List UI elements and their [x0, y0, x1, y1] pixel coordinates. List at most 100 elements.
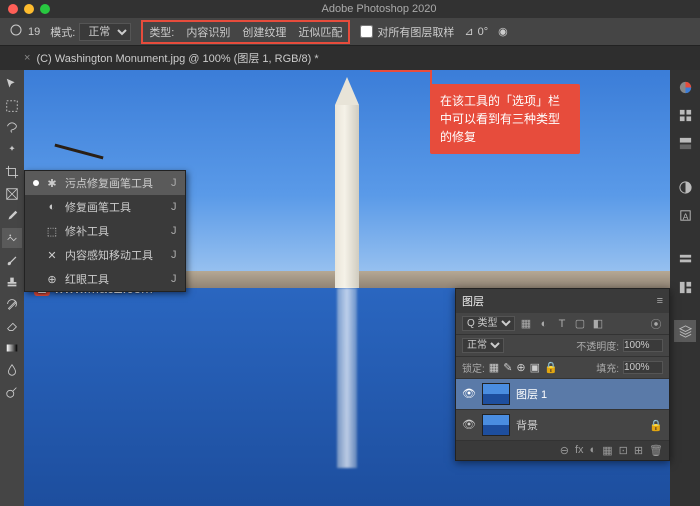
filter-smart-icon[interactable]: ◧ [591, 317, 605, 331]
fill-label: 填充: [596, 360, 619, 375]
fill-input[interactable] [623, 361, 663, 374]
tools-panel [0, 70, 24, 506]
layer-name[interactable]: 背景 [516, 417, 538, 433]
annotation-callout: 在该工具的「选项」栏中可以看到有三种类型的修复 [430, 84, 580, 154]
red-eye-tool-item[interactable]: ⊕ 红眼工具 J [25, 267, 185, 291]
lock-all-icon[interactable]: 🔒 [544, 361, 558, 374]
eraser-tool[interactable] [2, 316, 22, 336]
type-label: 类型: [149, 24, 174, 40]
panel-menu-icon[interactable]: ≡ [657, 295, 663, 307]
history-brush-tool[interactable] [2, 294, 22, 314]
maximize-window-button[interactable] [40, 4, 50, 14]
lock-transparency-icon[interactable]: ▦ [489, 361, 499, 374]
group-layers-icon[interactable]: ⊡ [619, 444, 628, 457]
layer-row[interactable]: 👁 图层 1 [456, 379, 669, 410]
sample-all-checkbox[interactable] [360, 25, 373, 38]
layers-icon[interactable] [674, 320, 696, 342]
frame-tool[interactable] [2, 184, 22, 204]
mode-label: 模式: [50, 24, 75, 40]
color-picker-icon[interactable] [674, 76, 696, 98]
type-options-highlight: 类型: 内容识别 创建纹理 近似匹配 [141, 20, 350, 44]
red-eye-icon: ⊕ [45, 272, 59, 286]
styles-icon[interactable]: A [674, 204, 696, 226]
minimize-window-button[interactable] [24, 4, 34, 14]
layers-panel-title[interactable]: 图层 [462, 293, 484, 309]
blur-tool[interactable] [2, 360, 22, 380]
gradients-icon[interactable] [674, 132, 696, 154]
visibility-toggle-icon[interactable]: 👁 [462, 387, 476, 401]
spot-healing-icon: ✱ [45, 176, 59, 190]
content-aware-move-icon: ✕ [45, 248, 59, 262]
filter-type-icon[interactable]: T [555, 317, 569, 331]
visibility-toggle-icon[interactable]: 👁 [462, 418, 476, 432]
lock-brush-icon[interactable]: ✎ [503, 361, 512, 374]
gradient-tool[interactable] [2, 338, 22, 358]
layer-filter-kind[interactable]: Q 类型 [462, 316, 515, 331]
layers-panel: 图层 ≡ Q 类型 ▦ ◐ T ▢ ◧ ⦿ 正常 不透明度: 锁定: ▦ ✎ ⊕… [455, 288, 670, 461]
lock-icon: 🔒 [649, 419, 663, 432]
patch-icon: ⬚ [45, 224, 59, 238]
brush-preview[interactable]: 19 [8, 24, 40, 40]
lock-artboard-icon[interactable]: ▣ [530, 361, 540, 374]
sample-all-layers[interactable]: 对所有图层取样 [360, 24, 454, 40]
libraries-icon[interactable] [674, 248, 696, 270]
healing-tool-flyout: ✱ 污点修复画笔工具 J ◐ 修复画笔工具 J ⬚ 修补工具 J ✕ 内容感知移… [24, 170, 186, 292]
pressure-icon[interactable]: ◉ [498, 25, 508, 38]
brush-tool[interactable] [2, 250, 22, 270]
swatches-icon[interactable] [674, 104, 696, 126]
blend-mode-select[interactable]: 正常 [79, 23, 131, 41]
layer-name[interactable]: 图层 1 [516, 386, 547, 402]
dodge-tool[interactable] [2, 382, 22, 402]
link-layers-icon[interactable]: ⊖ [560, 444, 569, 457]
wand-tool[interactable] [2, 140, 22, 160]
healing-brush-icon: ◐ [45, 200, 59, 214]
layer-fx-icon[interactable]: fx [575, 444, 584, 457]
filter-adjust-icon[interactable]: ◐ [537, 317, 551, 331]
opacity-input[interactable] [623, 339, 663, 352]
window-controls [0, 4, 58, 14]
filter-pixel-icon[interactable]: ▦ [519, 317, 533, 331]
layer-thumbnail[interactable] [482, 414, 510, 436]
svg-text:A: A [682, 211, 688, 221]
patch-tool-item[interactable]: ⬚ 修补工具 J [25, 219, 185, 243]
layer-mask-icon[interactable]: ◐ [590, 444, 597, 457]
close-tab-icon[interactable]: × [24, 52, 30, 64]
move-tool[interactable] [2, 74, 22, 94]
document-tab-bar: × (C) Washington Monument.jpg @ 100% (图层… [0, 46, 700, 70]
angle-icon: ⊿ [464, 25, 473, 38]
content-aware-move-item[interactable]: ✕ 内容感知移动工具 J [25, 243, 185, 267]
angle-value[interactable]: 0° [478, 26, 489, 38]
lasso-tool[interactable] [2, 118, 22, 138]
healing-brush-item[interactable]: ◐ 修复画笔工具 J [25, 195, 185, 219]
properties-icon[interactable] [674, 276, 696, 298]
healing-brush-tool[interactable] [2, 228, 22, 248]
adjustments-icon[interactable] [674, 176, 696, 198]
layers-panel-footer: ⊖ fx ◐ ▦ ⊡ ⊞ 🗑 [456, 441, 669, 460]
marquee-tool[interactable] [2, 96, 22, 116]
right-icon-column: A [670, 70, 700, 506]
lock-position-icon[interactable]: ⊕ [516, 361, 525, 374]
blend-mode-dropdown[interactable]: 正常 [462, 338, 504, 353]
filter-shape-icon[interactable]: ▢ [573, 317, 587, 331]
eyedropper-tool[interactable] [2, 206, 22, 226]
type-create-texture[interactable]: 创建纹理 [242, 24, 286, 40]
adjustment-layer-icon[interactable]: ▦ [602, 444, 612, 457]
lock-label: 锁定: [462, 360, 485, 375]
opacity-label: 不透明度: [576, 338, 619, 353]
layer-row[interactable]: 👁 背景 🔒 [456, 410, 669, 441]
document-tab[interactable]: (C) Washington Monument.jpg @ 100% (图层 1… [36, 50, 318, 66]
close-window-button[interactable] [8, 4, 18, 14]
window-titlebar: Adobe Photoshop 2020 [0, 0, 700, 18]
type-content-aware[interactable]: 内容识别 [186, 24, 230, 40]
stamp-tool[interactable] [2, 272, 22, 292]
brush-size: 19 [28, 26, 40, 38]
delete-layer-icon[interactable]: 🗑 [649, 444, 663, 457]
options-bar: 19 模式: 正常 类型: 内容识别 创建纹理 近似匹配 对所有图层取样 ⊿ 0… [0, 18, 700, 46]
spot-healing-brush-item[interactable]: ✱ 污点修复画笔工具 J [25, 171, 185, 195]
crop-tool[interactable] [2, 162, 22, 182]
filter-toggle-icon[interactable]: ⦿ [649, 317, 663, 331]
type-proximity-match[interactable]: 近似匹配 [298, 24, 342, 40]
new-layer-icon[interactable]: ⊞ [634, 444, 643, 457]
layer-thumbnail[interactable] [482, 383, 510, 405]
app-title: Adobe Photoshop 2020 [58, 3, 700, 15]
